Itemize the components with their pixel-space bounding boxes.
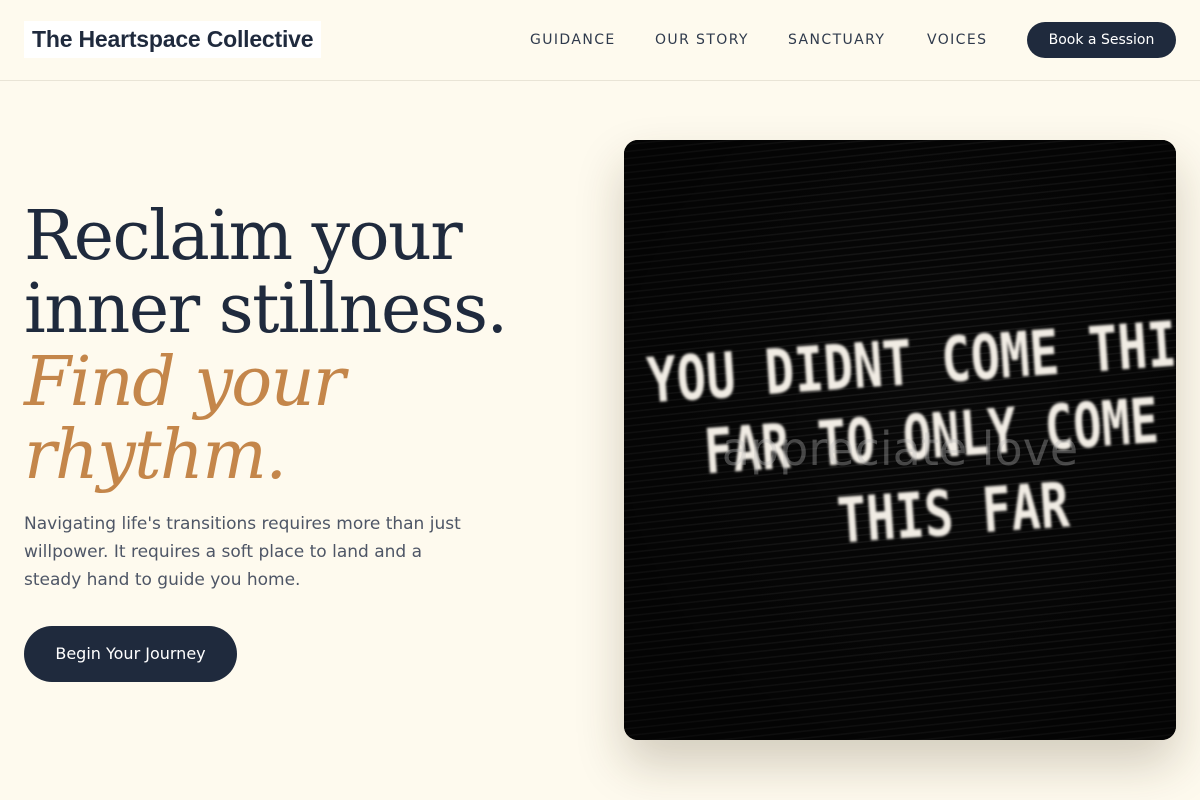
hero-lead-text: Navigating life's transitions requires m… bbox=[24, 514, 461, 590]
nav-voices[interactable]: VOICES bbox=[927, 31, 987, 49]
brand-logo[interactable]: The Heartspace Collective bbox=[24, 21, 322, 58]
book-session-button[interactable]: Book a Session bbox=[1027, 22, 1176, 58]
image-alt-overlay: appreciate love bbox=[721, 422, 1079, 476]
hero-image-letterboard: YOU DIDNT COME THIS FAR TO ONLY COME THI… bbox=[624, 140, 1176, 740]
hero-headline: Reclaim your inner stillness. Find your … bbox=[24, 200, 584, 492]
begin-journey-button[interactable]: Begin Your Journey bbox=[24, 626, 237, 682]
site-header: The Heartspace Collective GUIDANCE OUR S… bbox=[0, 0, 1200, 81]
headline-line-2: inner stillness. bbox=[24, 270, 508, 349]
nav-our-story[interactable]: OUR STORY bbox=[655, 31, 749, 49]
nav-guidance[interactable]: GUIDANCE bbox=[530, 31, 616, 49]
headline-accent-line-2: rhythm. bbox=[24, 416, 287, 495]
nav-sanctuary[interactable]: SANCTUARY bbox=[788, 31, 885, 49]
headline-accent-line-1: Find your bbox=[24, 343, 346, 422]
headline-line-1: Reclaim your bbox=[24, 197, 463, 276]
